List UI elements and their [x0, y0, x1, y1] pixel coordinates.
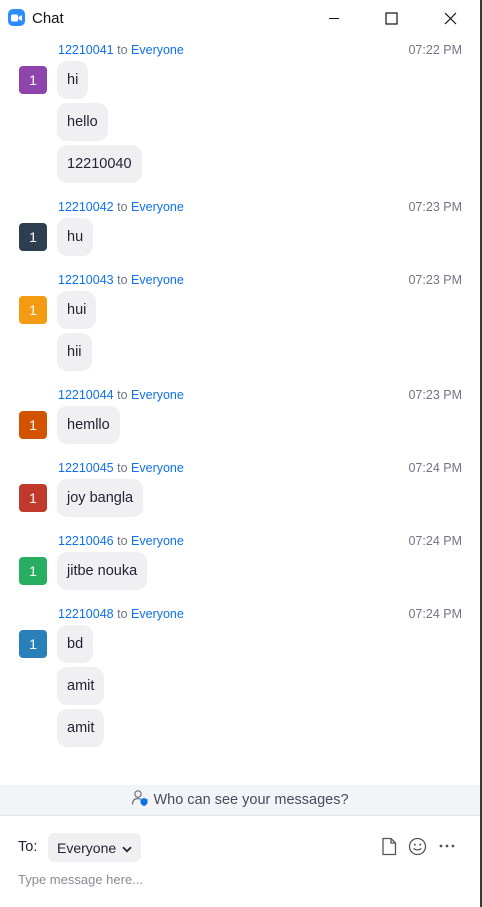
- message-time: 07:23 PM: [408, 200, 462, 214]
- avatar[interactable]: 1: [19, 484, 47, 512]
- recipient-value: Everyone: [57, 839, 117, 856]
- file-icon[interactable]: [378, 835, 400, 857]
- message-meta: 12210045 to Everyone: [58, 461, 184, 475]
- to-word: to: [117, 534, 128, 548]
- to-word: to: [117, 43, 128, 57]
- message-meta: 12210041 to Everyone: [58, 43, 184, 57]
- avatar[interactable]: 1: [19, 630, 47, 658]
- to-word: to: [117, 607, 128, 621]
- avatar[interactable]: 1: [19, 223, 47, 251]
- message-time: 07:24 PM: [408, 461, 462, 475]
- message-list[interactable]: 12210041 to Everyone 07:22 PM 1 hi hello…: [0, 36, 480, 784]
- privacy-notice[interactable]: Who can see your messages?: [0, 785, 480, 815]
- recipient-name: Everyone: [131, 200, 184, 214]
- avatar[interactable]: 1: [19, 557, 47, 585]
- message-bubble[interactable]: hii: [57, 333, 92, 371]
- recipient-name: Everyone: [131, 534, 184, 548]
- minimize-icon[interactable]: [311, 0, 357, 36]
- sender-name[interactable]: 12210046: [58, 534, 114, 548]
- maximize-icon[interactable]: [368, 0, 414, 36]
- message-input[interactable]: [14, 868, 454, 890]
- message-time: 07:24 PM: [408, 607, 462, 621]
- message-meta: 12210046 to Everyone: [58, 534, 184, 548]
- avatar[interactable]: 1: [19, 66, 47, 94]
- recipient-name: Everyone: [131, 273, 184, 287]
- zoom-camera-icon: [8, 9, 25, 26]
- privacy-text[interactable]: Who can see your messages?: [153, 792, 348, 808]
- message-bubble[interactable]: hu: [57, 218, 94, 256]
- compose-area: To: Everyone: [0, 815, 480, 907]
- avatar[interactable]: 1: [19, 296, 47, 324]
- message-bubble[interactable]: hello: [57, 103, 108, 141]
- message-meta: 12210048 to Everyone: [58, 607, 184, 621]
- person-shield-icon: [131, 789, 149, 811]
- to-word: to: [117, 388, 128, 402]
- message-bubble[interactable]: jitbe nouka: [57, 552, 148, 590]
- message-time: 07:23 PM: [408, 388, 462, 402]
- recipient-name: Everyone: [131, 461, 184, 475]
- title-bar: Chat: [0, 0, 480, 36]
- message-meta: 12210042 to Everyone: [58, 200, 184, 214]
- message-bubble[interactable]: hi: [57, 61, 89, 99]
- sender-name[interactable]: 12210048: [58, 607, 114, 621]
- message-bubble[interactable]: 12210040: [57, 145, 142, 183]
- message-meta: 12210043 to Everyone: [58, 273, 184, 287]
- sender-name[interactable]: 12210042: [58, 200, 114, 214]
- message-bubble[interactable]: amit: [57, 667, 105, 705]
- message-time: 07:24 PM: [408, 534, 462, 548]
- sender-name[interactable]: 12210044: [58, 388, 114, 402]
- more-icon[interactable]: [436, 835, 458, 857]
- avatar[interactable]: 1: [19, 411, 47, 439]
- sender-name[interactable]: 12210045: [58, 461, 114, 475]
- close-icon[interactable]: [427, 0, 473, 36]
- to-word: to: [117, 461, 128, 475]
- to-word: to: [117, 200, 128, 214]
- recipient-dropdown[interactable]: Everyone: [48, 833, 142, 862]
- message-bubble[interactable]: joy bangla: [57, 479, 144, 517]
- chevron-down-icon: [122, 840, 132, 856]
- sender-name[interactable]: 12210043: [58, 273, 114, 287]
- to-label: To:: [18, 839, 38, 855]
- recipient-name: Everyone: [131, 607, 184, 621]
- chat-window: Chat 12210041 to Everyone 07:22 PM 1 hi …: [0, 0, 482, 907]
- message-bubble[interactable]: hemllo: [57, 406, 120, 444]
- emoji-icon[interactable]: [406, 835, 428, 857]
- message-time: 07:22 PM: [408, 43, 462, 57]
- to-word: to: [117, 273, 128, 287]
- message-bubble[interactable]: amit: [57, 709, 105, 747]
- sender-name[interactable]: 12210041: [58, 43, 114, 57]
- window-title: Chat: [32, 10, 64, 27]
- message-meta: 12210044 to Everyone: [58, 388, 184, 402]
- message-bubble[interactable]: hui: [57, 291, 97, 329]
- recipient-name: Everyone: [131, 388, 184, 402]
- recipient-name: Everyone: [131, 43, 184, 57]
- message-time: 07:23 PM: [408, 273, 462, 287]
- message-bubble[interactable]: bd: [57, 625, 94, 663]
